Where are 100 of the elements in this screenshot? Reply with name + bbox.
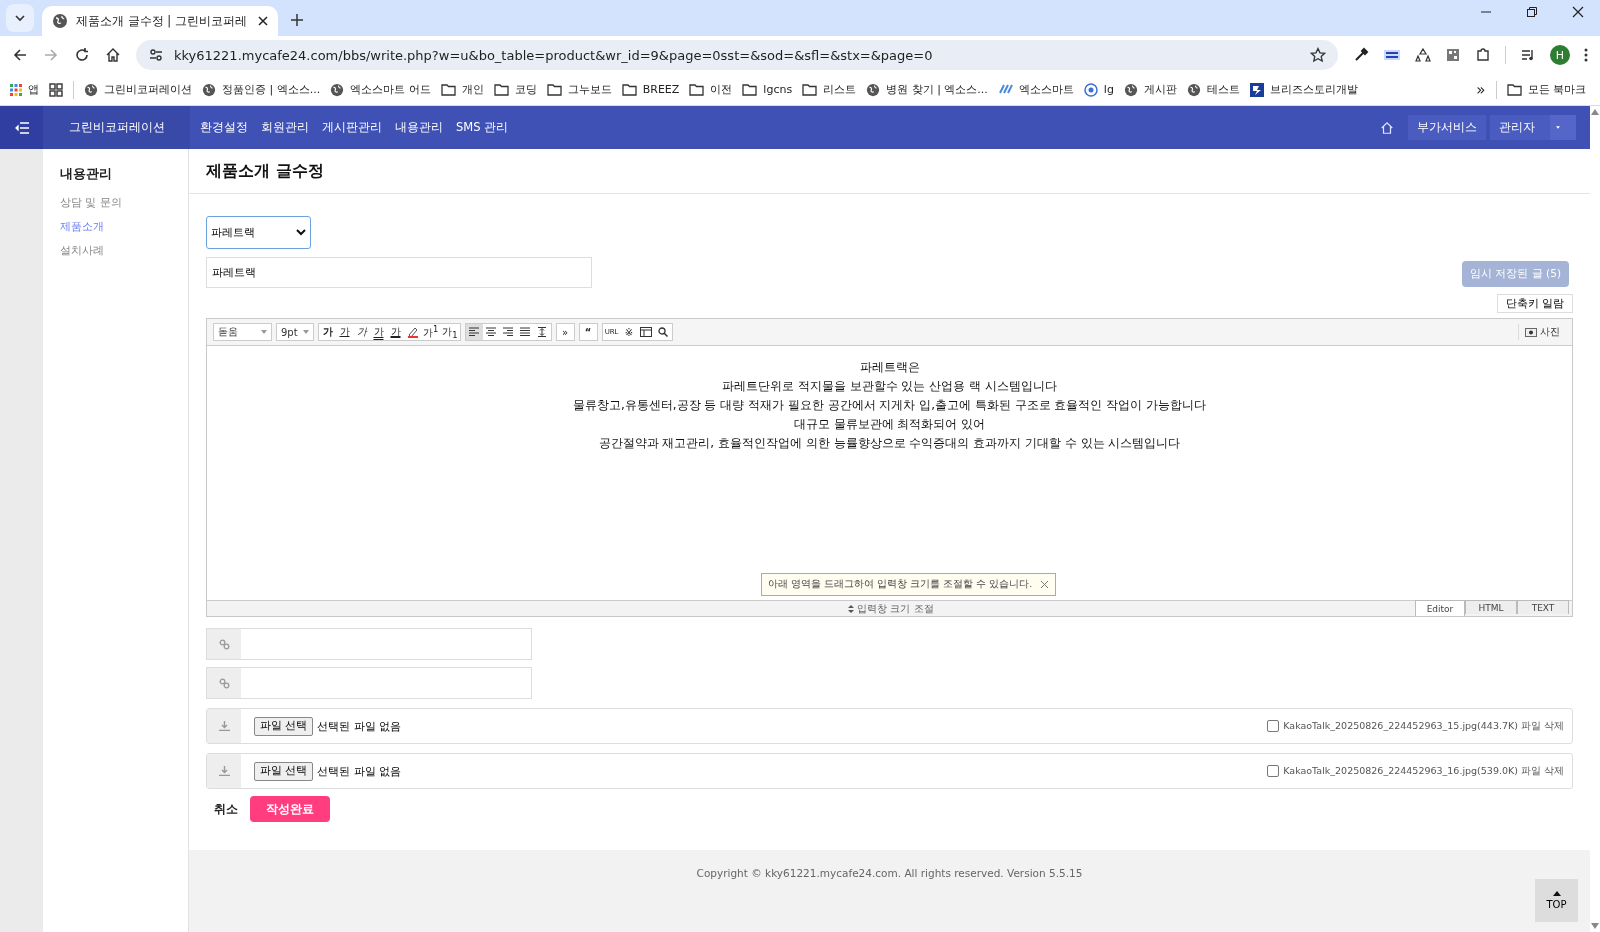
nav-link[interactable]: 게시판관리 — [322, 120, 382, 135]
back-icon[interactable] — [12, 47, 28, 63]
menu-icon — [14, 121, 29, 134]
toolbar-button[interactable]: 가 — [336, 324, 353, 340]
bookmark-label: 엑소스마트 어드 — [350, 82, 431, 97]
bookmark[interactable]: 브리즈스토리개발 — [1249, 82, 1358, 97]
bookmark[interactable]: 개인 — [440, 82, 484, 97]
bookmark[interactable]: lg — [1083, 82, 1114, 97]
sidebar-item[interactable]: 상담 및 문의 — [60, 195, 188, 210]
bookmark[interactable]: 엑소스마트 — [997, 82, 1074, 97]
nav-link[interactable]: 내용관리 — [395, 120, 443, 135]
scroll-up-icon[interactable] — [1591, 109, 1599, 115]
editor-mode-tab[interactable]: HTML — [1465, 600, 1517, 614]
extension-icon[interactable] — [1383, 47, 1401, 63]
link-field[interactable] — [206, 667, 532, 699]
nav-link[interactable]: SMS 관리 — [456, 120, 509, 135]
site-settings-icon[interactable] — [148, 47, 164, 63]
folder-icon — [621, 83, 637, 96]
new-tab-icon[interactable] — [290, 13, 304, 27]
bookmark[interactable]: BREEZ — [621, 83, 680, 96]
bookmark-label: 엑소스마트 — [1018, 82, 1074, 97]
bookmark[interactable]: 게시판 — [1123, 82, 1177, 97]
toolbar-button[interactable]: 가$^{1}$ — [421, 324, 441, 340]
profile-avatar[interactable]: H — [1550, 45, 1570, 65]
bookmark[interactable]: 코딩 — [493, 82, 537, 97]
home-icon[interactable] — [105, 47, 121, 63]
delete-file-checkbox[interactable] — [1267, 720, 1280, 732]
shortcuts-button[interactable]: 단축키 일람 — [1496, 294, 1573, 313]
folder-icon — [802, 83, 818, 96]
subject-field[interactable]: 파레트랙 — [206, 257, 592, 288]
tab-search-button[interactable] — [6, 4, 34, 32]
tooltip-text: 아래 영역을 드래그하여 입력창 크기를 조절할 수 있습니다. — [768, 578, 1033, 591]
table-icon — [640, 327, 652, 337]
folder-icon — [493, 83, 509, 96]
bookmark[interactable]: 리스트 — [802, 82, 857, 97]
page-title: 제품소개 글수정 — [189, 149, 1590, 194]
editor-mode-tab[interactable]: TEXT — [1517, 600, 1569, 614]
choose-file-button[interactable]: 파일 선택 — [254, 716, 314, 736]
services-button[interactable]: 부가서비스 — [1408, 115, 1486, 140]
extensions-icon[interactable] — [1475, 47, 1491, 63]
media-icon[interactable] — [1520, 47, 1536, 63]
choose-file-button[interactable]: 파일 선택 — [254, 761, 314, 781]
bookmark[interactable]: 병원 찾기 | 엑소스... — [866, 82, 988, 97]
category-select[interactable]: 파레트랙 — [206, 216, 311, 249]
resize-handle[interactable]: 입력창 크기 조절 — [207, 601, 1415, 616]
bookmark[interactable]: 이전 — [689, 82, 733, 97]
more-icon[interactable] — [1584, 47, 1588, 63]
bookmark-label: lgcns — [763, 83, 793, 96]
address-bar[interactable]: kky61221.mycafe24.com/bbs/write.php?w=u&bo_table=product&wr_id=9&page=0sst=&sod=&sfl=&stx=&page=0 — [136, 40, 1338, 70]
bookmark-label: lg — [1103, 83, 1114, 96]
photo-button[interactable]: 사진 — [1518, 324, 1566, 340]
restore-icon[interactable] — [1526, 6, 1538, 18]
toolbar-button[interactable]: 가$_{1}$ — [440, 324, 460, 340]
bookmark-label: 그누보드 — [567, 82, 612, 97]
toolbar-button[interactable]: 가 — [387, 324, 404, 340]
nav-link[interactable]: 환경설정 — [200, 120, 248, 135]
globe-icon — [84, 82, 98, 97]
scroll-down-icon[interactable] — [1591, 923, 1599, 929]
qr-code-icon[interactable] — [1445, 47, 1461, 63]
bookmark[interactable]: 모든 북마크 — [1506, 82, 1586, 97]
browser-tab[interactable]: 제품소개 글수정 | 그린비코퍼레 — [42, 6, 278, 36]
more-bookmarks-button[interactable]: » — [1476, 80, 1486, 99]
bookmark[interactable]: 엑소스마트 어드 — [330, 82, 431, 97]
admin-button[interactable]: 관리자 — [1490, 115, 1550, 140]
align-right-icon — [503, 327, 514, 337]
line-height-icon — [537, 327, 548, 337]
bookmark-label: BREEZ — [642, 83, 680, 96]
align-left-button[interactable] — [465, 324, 483, 340]
tab-title: 제품소개 글수정 | 그린비코퍼레 — [76, 13, 248, 29]
globe-icon — [866, 82, 881, 97]
font-select[interactable]: 돋움 — [213, 323, 272, 341]
bookmark[interactable]: 앱 — [10, 82, 39, 97]
sidebar-toggle[interactable] — [0, 106, 43, 149]
reload-icon[interactable] — [74, 47, 90, 63]
close-icon[interactable] — [1572, 6, 1584, 18]
stripes-icon — [997, 83, 1013, 96]
caret-icon — [1556, 125, 1560, 130]
link-field[interactable] — [206, 628, 532, 660]
bookmark[interactable]: 정품인증 | 엑소스... — [202, 82, 321, 97]
delete-file-checkbox[interactable] — [1267, 765, 1280, 777]
bookmark[interactable]: lgcns — [742, 83, 793, 96]
upload-icon — [218, 766, 230, 776]
bookmark[interactable]: 그린비코퍼레이션 — [84, 82, 192, 97]
bookmark[interactable] — [49, 82, 63, 97]
sidebar-item[interactable]: 제품소개 — [60, 219, 188, 234]
cancel-link[interactable]: 취소 — [214, 800, 238, 818]
toolbar-button[interactable]: 가 — [370, 324, 387, 340]
top-button[interactable]: TOP — [1535, 879, 1578, 922]
upload-icon — [218, 721, 230, 731]
brand-title[interactable]: 그린비코퍼레이션 — [43, 106, 190, 149]
nav-link[interactable]: 회원관리 — [261, 120, 309, 135]
bookmark-label: 테스트 — [1206, 82, 1240, 97]
close-icon[interactable] — [258, 16, 268, 26]
star-icon[interactable] — [1310, 47, 1326, 63]
editor-mode-tab[interactable]: Editor — [1415, 600, 1465, 616]
globe-icon — [52, 13, 68, 29]
sidebar-item[interactable]: 설치사례 — [60, 243, 188, 258]
bookmark[interactable]: 그누보드 — [546, 82, 612, 97]
size-select[interactable]: 9pt — [276, 323, 314, 341]
bookmark[interactable]: 테스트 — [1186, 82, 1240, 97]
